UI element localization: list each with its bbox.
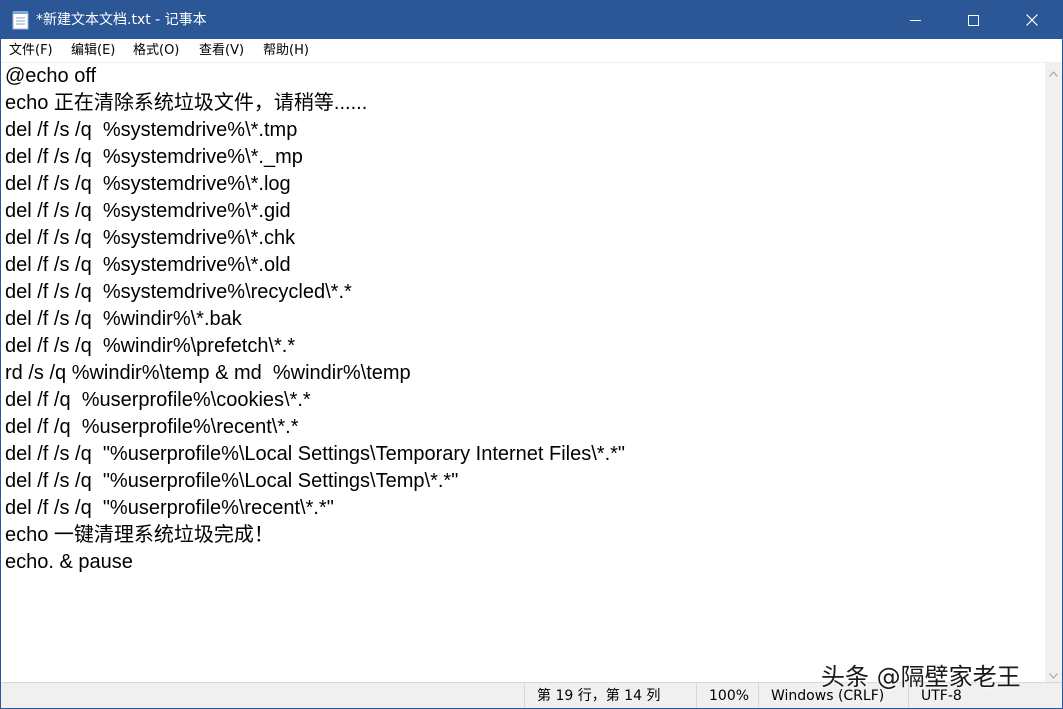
minimize-icon	[909, 11, 921, 30]
status-zoom-segment: 100%	[696, 683, 758, 708]
text-editor[interactable]: @echo off echo 正在清除系统垃圾文件，请稍等...... del …	[1, 63, 1045, 682]
close-icon	[1026, 11, 1038, 30]
editor-line: del /f /s /q %systemdrive%\*.log	[5, 173, 291, 195]
editor-line: echo 一键清理系统垃圾完成！	[5, 524, 274, 546]
editor-line: del /f /s /q "%userprofile%\Local Settin…	[5, 470, 459, 492]
window-title: *新建文本文档.txt - 记事本	[36, 12, 207, 28]
scroll-up-button[interactable]	[1045, 63, 1062, 80]
menu-view[interactable]: 查看(V)	[199, 42, 244, 60]
editor-line: del /f /s /q %windir%\prefetch\*.*	[5, 335, 296, 357]
close-button[interactable]	[1002, 1, 1062, 39]
editor-line: del /f /s /q "%userprofile%\Local Settin…	[5, 443, 626, 465]
menu-bar: 文件(F) 编辑(E) 格式(O) 查看(V) 帮助(H)	[1, 39, 1062, 63]
editor-line: del /f /s /q "%userprofile%\recent\*.*"	[5, 497, 334, 519]
editor-line: del /f /s /q %systemdrive%\*.old	[5, 254, 291, 276]
scroll-up-arrow-icon	[1049, 62, 1058, 81]
menu-file[interactable]: 文件(F)	[9, 42, 53, 60]
status-position-segment: 第 19 行，第 14 列	[524, 683, 696, 708]
editor-line: del /f /q %userprofile%\cookies\*.*	[5, 389, 311, 411]
menu-format[interactable]: 格式(O)	[133, 42, 179, 60]
editor-line: del /f /s /q %systemdrive%\*.chk	[5, 227, 296, 249]
editor-line: echo 正在清除系统垃圾文件，请稍等......	[5, 92, 368, 114]
editor-line: @echo off	[5, 65, 97, 87]
scroll-down-arrow-icon	[1049, 664, 1058, 683]
notepad-icon	[12, 10, 29, 30]
editor-line: echo. & pause	[5, 551, 133, 573]
watermark: 头条 @隔壁家老王	[821, 663, 1021, 691]
status-zoom: 100%	[709, 688, 750, 704]
status-position: 第 19 行，第 14 列	[537, 688, 661, 704]
editor-line: del /f /s /q %systemdrive%\*.tmp	[5, 119, 298, 141]
title-bar[interactable]: *新建文本文档.txt - 记事本	[1, 1, 1062, 39]
minimize-button[interactable]	[886, 1, 944, 39]
editor-line: rd /s /q %windir%\temp & md %windir%\tem…	[5, 362, 411, 384]
editor-line: del /f /s /q %systemdrive%\recycled\*.*	[5, 281, 352, 303]
editor-line: del /f /s /q %windir%\*.bak	[5, 308, 242, 330]
editor-line: del /f /s /q %systemdrive%\*.gid	[5, 200, 291, 222]
menu-help[interactable]: 帮助(H)	[263, 42, 309, 60]
scroll-down-button[interactable]	[1045, 665, 1062, 682]
maximize-icon	[967, 11, 979, 30]
notepad-window: *新建文本文档.txt - 记事本 文件(F) 编辑(E) 格式(O) 查看(V…	[0, 0, 1063, 709]
editor-line: del /f /s /q %systemdrive%\*._mp	[5, 146, 303, 168]
editor-line: del /f /q %userprofile%\recent\*.*	[5, 416, 299, 438]
vertical-scrollbar[interactable]	[1045, 63, 1062, 682]
menu-edit[interactable]: 编辑(E)	[71, 42, 115, 60]
maximize-button[interactable]	[944, 1, 1002, 39]
